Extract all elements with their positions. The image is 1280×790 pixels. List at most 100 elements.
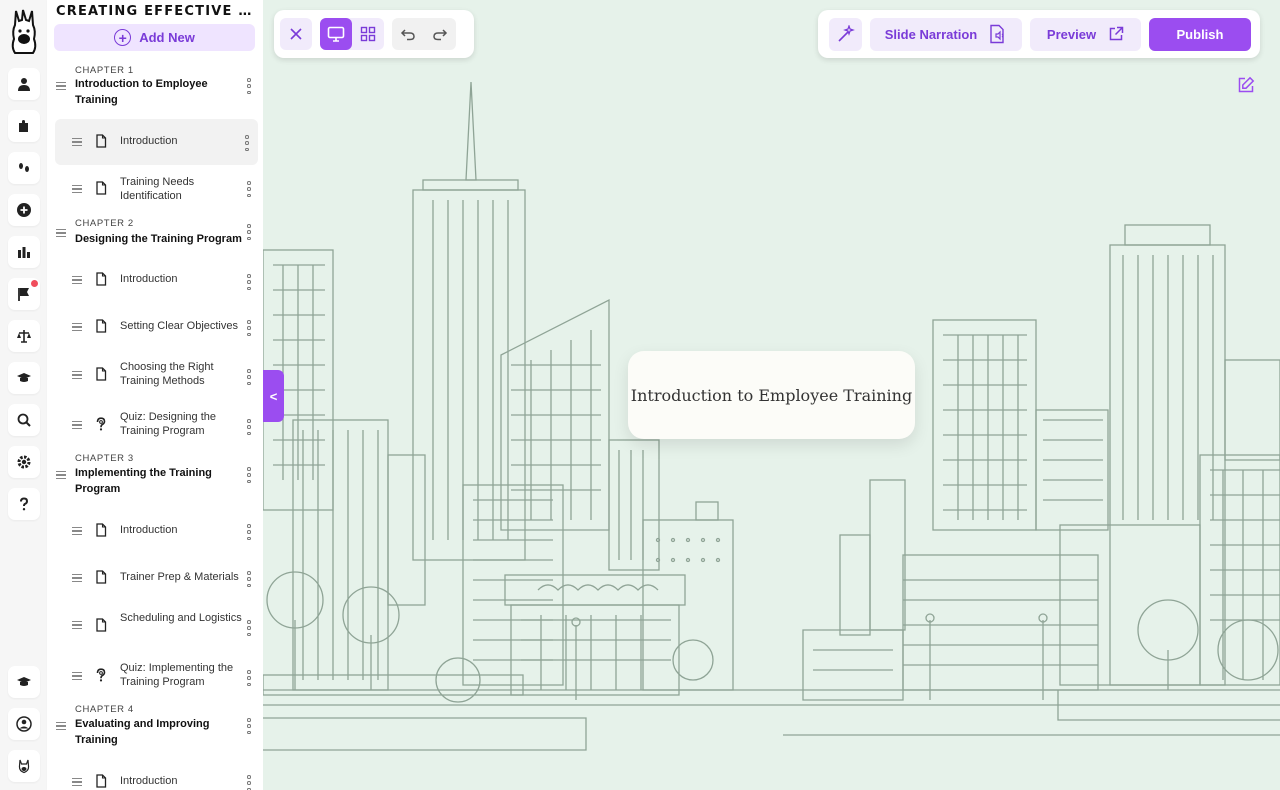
question-icon[interactable] xyxy=(7,488,40,520)
drag-handle-icon[interactable] xyxy=(56,471,66,479)
more-options-icon[interactable] xyxy=(247,224,251,240)
more-options-icon[interactable] xyxy=(247,369,251,385)
gear-icon[interactable] xyxy=(7,446,40,478)
user-icon[interactable] xyxy=(7,68,40,100)
graduation-cap-icon[interactable] xyxy=(7,666,40,698)
grid-view-button[interactable] xyxy=(352,18,384,50)
lesson-row[interactable]: Training Needs Identification xyxy=(47,167,263,209)
more-options-icon[interactable] xyxy=(247,775,251,790)
edit-icon[interactable] xyxy=(1237,76,1255,94)
page-icon xyxy=(96,367,107,381)
chapter-label: CHAPTER 2 xyxy=(75,218,134,229)
slide-view-button[interactable] xyxy=(320,18,352,50)
lesson-row[interactable]: Quiz: Designing the Training Program xyxy=(47,403,263,445)
chevron-left-icon: < xyxy=(269,388,278,404)
more-options-icon[interactable] xyxy=(247,419,251,435)
collapse-panel-button[interactable]: < xyxy=(263,370,284,422)
account-circle-icon[interactable] xyxy=(7,708,40,740)
more-options-icon[interactable] xyxy=(247,620,251,636)
more-options-icon[interactable] xyxy=(247,670,251,686)
history-controls xyxy=(392,18,456,50)
add-new-button[interactable]: + Add New xyxy=(54,24,255,51)
undo-button[interactable] xyxy=(392,18,424,50)
undo-icon xyxy=(400,29,415,41)
drag-handle-icon[interactable] xyxy=(56,229,66,237)
redo-button[interactable] xyxy=(424,18,456,50)
page-icon xyxy=(96,181,107,195)
drag-handle-icon[interactable] xyxy=(72,672,82,680)
lesson-row[interactable]: Scheduling and Logistics xyxy=(47,605,263,647)
drag-handle-icon[interactable] xyxy=(72,371,82,379)
lesson-row[interactable]: Introduction xyxy=(47,511,263,551)
more-options-icon[interactable] xyxy=(247,571,251,587)
search-icon[interactable] xyxy=(7,404,40,436)
lesson-title: Setting Clear Objectives xyxy=(120,320,238,332)
flag-icon[interactable] xyxy=(7,278,40,310)
lesson-row[interactable]: Trainer Prep & Materials xyxy=(47,558,263,598)
publish-label: Publish xyxy=(1176,26,1224,42)
lesson-title: Introduction xyxy=(120,273,178,285)
lesson-title: Training Needs Identification xyxy=(120,176,195,202)
chapter-row[interactable]: CHAPTER 1 Introduction to Employee Train… xyxy=(47,60,263,112)
slide-narration-button[interactable]: Slide Narration xyxy=(870,17,1022,51)
lesson-row[interactable]: Introduction xyxy=(47,762,263,790)
quiz-icon xyxy=(96,417,106,431)
drag-handle-icon[interactable] xyxy=(72,323,82,331)
chapter-row[interactable]: CHAPTER 3 Implementing the Training Prog… xyxy=(47,449,263,501)
more-options-icon[interactable] xyxy=(245,135,249,151)
drag-handle-icon[interactable] xyxy=(72,276,82,284)
llama-logo-icon[interactable] xyxy=(6,6,42,58)
lesson-title: Trainer Prep & Materials xyxy=(120,571,239,583)
lesson-row[interactable]: Choosing the Right Training Methods xyxy=(47,354,263,396)
more-options-icon[interactable] xyxy=(247,320,251,336)
lesson-row[interactable]: Setting Clear Objectives xyxy=(47,307,263,347)
editor-toolbar-left xyxy=(274,10,474,58)
drag-handle-icon[interactable] xyxy=(72,574,82,582)
drag-handle-icon[interactable] xyxy=(72,421,82,429)
slide-narration-label: Slide Narration xyxy=(884,26,978,42)
more-options-icon[interactable] xyxy=(247,718,251,734)
lesson-row[interactable]: Introduction xyxy=(55,119,258,165)
drag-handle-icon[interactable] xyxy=(72,185,82,193)
scales-icon[interactable] xyxy=(7,320,40,352)
page-icon xyxy=(96,319,107,333)
drag-handle-icon[interactable] xyxy=(72,778,82,786)
chapter-row[interactable]: CHAPTER 2 Designing the Training Program xyxy=(47,214,263,256)
lesson-title: Choosing the Right Training Methods xyxy=(120,361,214,387)
plus-circle-icon[interactable] xyxy=(7,194,40,226)
more-options-icon[interactable] xyxy=(247,181,251,197)
chapter-title: Implementing the Training Program xyxy=(75,467,212,495)
graduation-cap-icon[interactable] xyxy=(7,362,40,394)
monitor-icon xyxy=(327,26,345,42)
avatar-icon[interactable] xyxy=(7,750,40,782)
chapter-title: Evaluating and Improving Training xyxy=(75,718,210,746)
more-options-icon[interactable] xyxy=(247,274,251,290)
preview-button[interactable]: Preview xyxy=(1030,17,1141,51)
publish-button[interactable]: Publish xyxy=(1149,17,1251,51)
lesson-row[interactable]: Introduction xyxy=(47,260,263,300)
ai-assist-button[interactable] xyxy=(829,17,862,51)
more-options-icon[interactable] xyxy=(247,78,251,94)
lesson-title: Introduction xyxy=(120,775,178,787)
footprints-icon[interactable] xyxy=(7,152,40,184)
more-options-icon[interactable] xyxy=(247,467,251,483)
drag-handle-icon[interactable] xyxy=(72,621,82,629)
page-icon xyxy=(96,523,107,537)
lesson-row[interactable]: Quiz: Implementing the Training Program xyxy=(47,654,263,696)
drag-handle-icon[interactable] xyxy=(72,527,82,535)
more-options-icon[interactable] xyxy=(247,524,251,540)
chapter-row[interactable]: CHAPTER 4 Evaluating and Improving Train… xyxy=(47,700,263,752)
bar-chart-icon[interactable] xyxy=(7,236,40,268)
puzzle-icon[interactable] xyxy=(7,110,40,142)
page-icon xyxy=(96,272,107,286)
chapter-label: CHAPTER 4 xyxy=(75,704,134,715)
drag-handle-icon[interactable] xyxy=(56,82,66,90)
drag-handle-icon[interactable] xyxy=(72,138,82,146)
lesson-title: Quiz: Implementing the Training Program xyxy=(120,662,234,688)
drag-handle-icon[interactable] xyxy=(56,722,66,730)
chapter-title: Introduction to Employee Training xyxy=(75,78,208,106)
slide-title-card[interactable]: Introduction to Employee Training xyxy=(628,351,915,439)
editor-toolbar-right: Slide Narration Preview Publish xyxy=(818,10,1260,58)
quiz-icon xyxy=(96,668,106,682)
close-button[interactable] xyxy=(280,18,312,50)
